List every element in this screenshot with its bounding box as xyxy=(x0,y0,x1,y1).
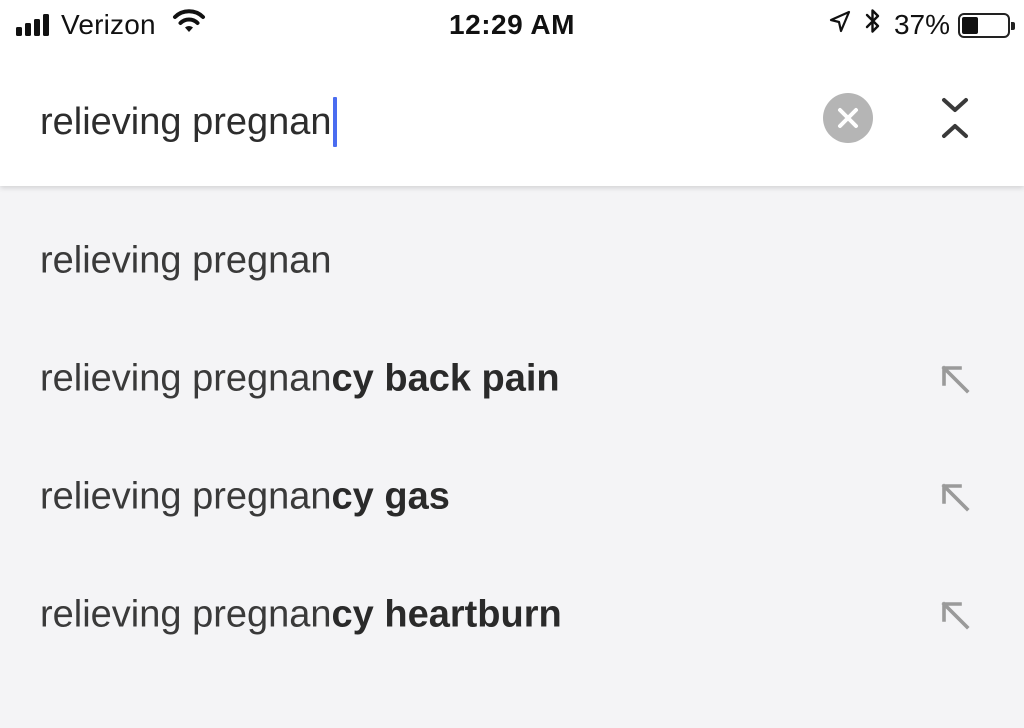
fill-query-button[interactable] xyxy=(938,480,972,514)
suggestion-text: relieving pregnancy heartburn xyxy=(40,594,562,637)
arrow-up-left-icon xyxy=(941,601,970,630)
arrow-up-left-icon xyxy=(941,365,970,394)
suggestion-completion: cy heartburn xyxy=(331,593,562,636)
search-query: relieving pregnan xyxy=(40,101,332,143)
location-icon xyxy=(828,9,852,42)
fill-query-button[interactable] xyxy=(938,598,972,632)
text-caret xyxy=(332,97,337,147)
clear-search-button[interactable] xyxy=(823,93,873,143)
close-icon xyxy=(838,108,858,128)
fill-query-button[interactable] xyxy=(938,362,972,396)
suggestion-prefix: relieving pregnan xyxy=(40,357,332,400)
suggestion-prefix: relieving pregnan xyxy=(40,475,332,518)
suggestion-item[interactable]: relieving pregnancy heartburn xyxy=(0,556,1024,674)
suggestion-prefix: relieving pregnan xyxy=(40,593,332,636)
search-input[interactable]: relieving pregnan xyxy=(40,96,337,148)
battery-level xyxy=(962,16,979,34)
status-right: 37% xyxy=(828,7,1015,43)
battery-icon xyxy=(958,12,1015,38)
collapse-button[interactable] xyxy=(930,92,980,144)
status-bar: Verizon 12:29 AM 37% xyxy=(0,0,1024,50)
search-bar: relieving pregnan xyxy=(0,62,1024,176)
arrow-up-left-icon xyxy=(941,483,970,512)
suggestions-list: relieving pregnan relieving pregnancy ba… xyxy=(0,186,1024,728)
suggestion-item[interactable]: relieving pregnancy back pain xyxy=(0,320,1024,438)
battery-nub xyxy=(1011,21,1015,30)
bluetooth-icon xyxy=(864,7,882,43)
suggestion-item[interactable]: relieving pregnan xyxy=(0,202,1024,320)
suggestion-text: relieving pregnancy gas xyxy=(40,476,450,519)
suggestion-prefix: relieving pregnan xyxy=(40,239,332,282)
collapse-chevrons-icon xyxy=(942,98,968,138)
suggestion-item[interactable]: relieving pregnancy gas xyxy=(0,438,1024,556)
suggestion-text: relieving pregnan xyxy=(40,240,332,283)
search-header: Verizon 12:29 AM 37% relieving pregnan xyxy=(0,0,1024,186)
suggestion-text: relieving pregnancy back pain xyxy=(40,358,560,401)
battery-percent: 37% xyxy=(893,9,950,40)
suggestion-completion: cy back pain xyxy=(331,357,560,400)
suggestion-completion: cy gas xyxy=(331,475,450,518)
